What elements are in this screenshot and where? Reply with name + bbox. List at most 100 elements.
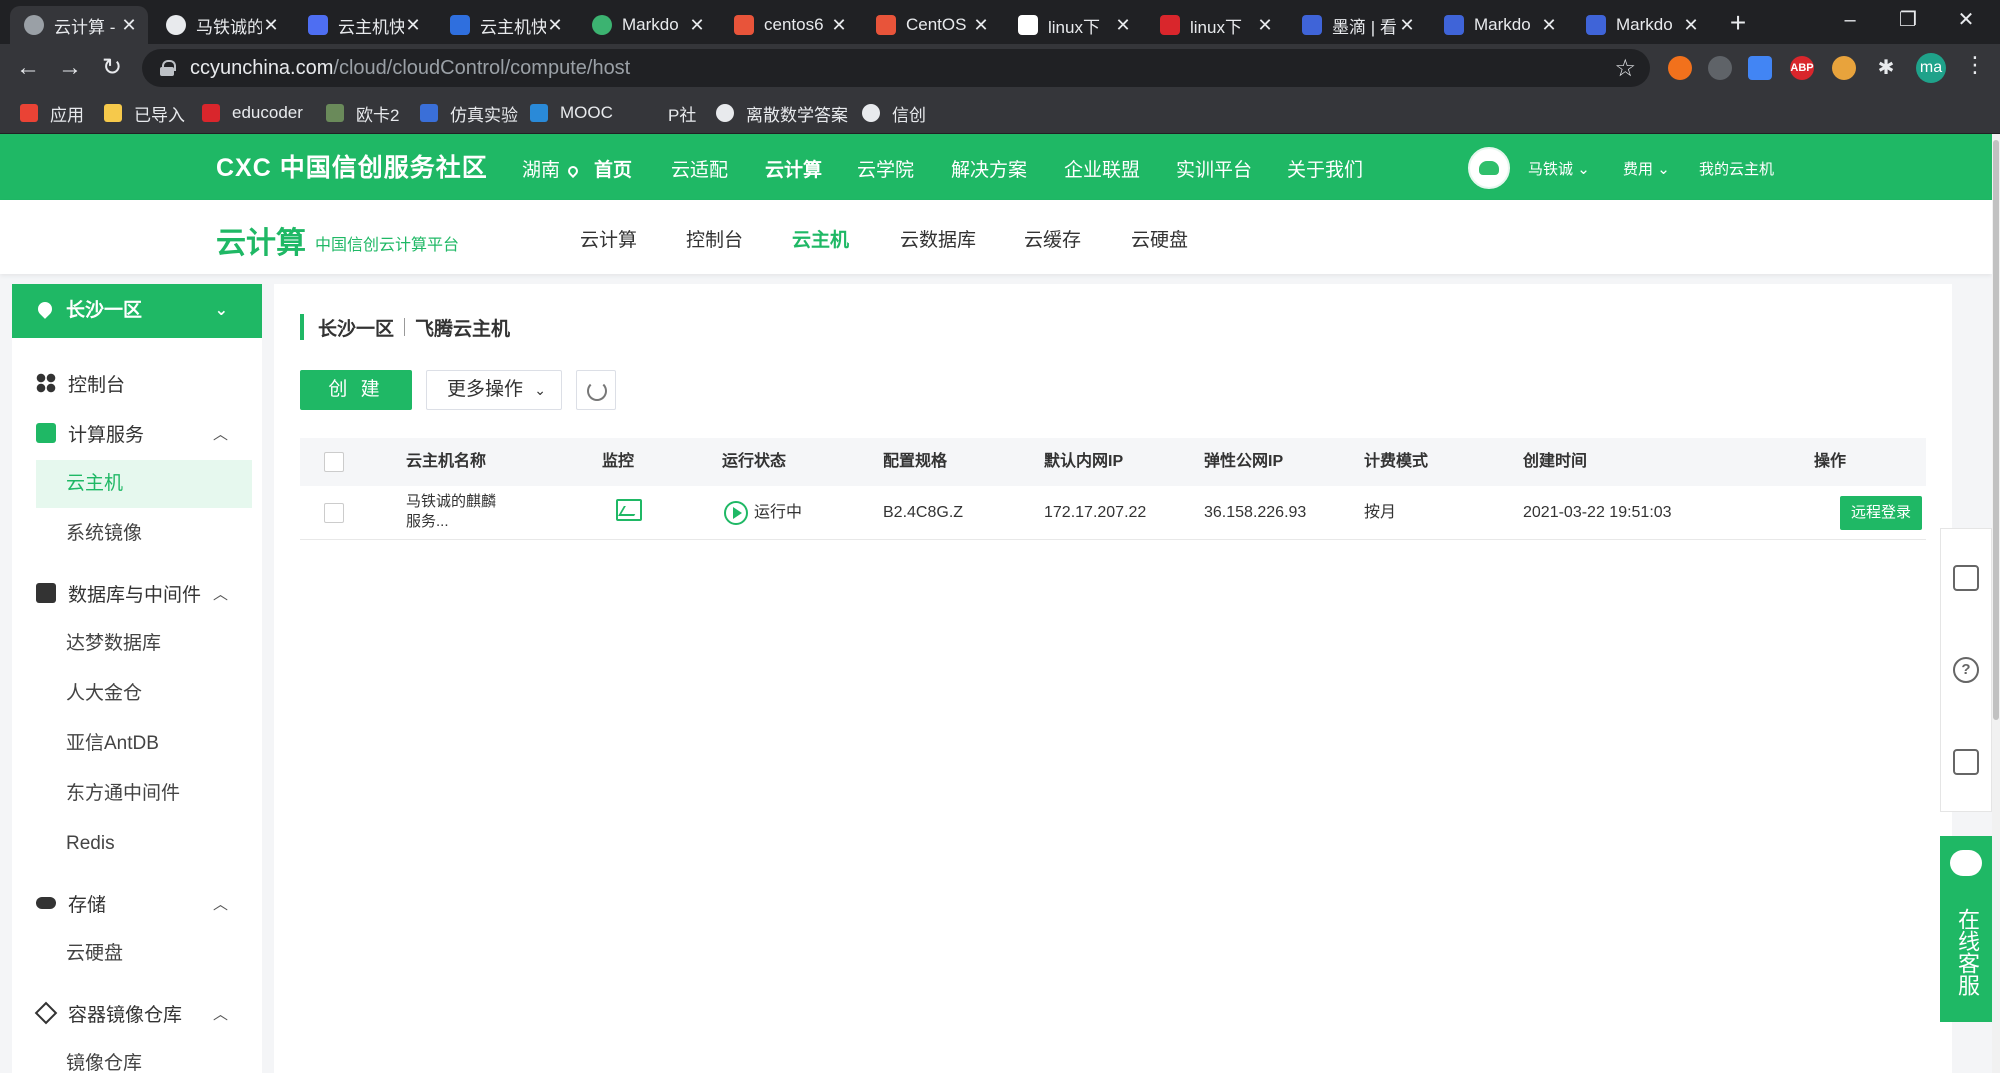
restore-icon[interactable]: ❐ <box>1880 0 1936 40</box>
close-icon[interactable]: ✕ <box>830 15 848 36</box>
browser-menu-icon[interactable]: ⋮ <box>1964 52 1986 78</box>
browser-tab[interactable]: Markdo ✕ <box>1430 6 1568 44</box>
subnav-cloud-database[interactable]: 云数据库 <box>900 225 976 252</box>
bookmark-discrete-math[interactable]: 离散数学答案 <box>716 100 848 126</box>
sidebar-group-database[interactable]: 数据库与中间件 ︿ <box>12 570 262 616</box>
scrollbar-thumb[interactable] <box>1993 140 1999 720</box>
extension-icon[interactable] <box>1832 56 1856 80</box>
subnav-cloud-host[interactable]: 云主机 <box>792 225 849 252</box>
nav-cloud-adapt[interactable]: 云适配 <box>671 155 728 182</box>
sidebar-item-tongtech[interactable]: 东方通中间件 <box>36 770 252 818</box>
more-actions-dropdown[interactable]: 更多操作 ⌄ <box>426 370 562 410</box>
sidebar-group-container[interactable]: 容器镜像仓库 ︿ <box>12 990 262 1036</box>
browser-tab[interactable]: 墨滴 | 看 ✕ <box>1288 6 1426 44</box>
my-hosts-link[interactable]: 我的云主机 <box>1699 158 1774 179</box>
monitor-chart-icon[interactable] <box>616 499 642 521</box>
contact-card-icon[interactable] <box>1953 565 1979 591</box>
close-window-icon[interactable]: ✕ <box>1938 0 1994 40</box>
browser-tab[interactable]: Markdo ✕ <box>578 6 716 44</box>
close-icon[interactable]: ✕ <box>1398 15 1416 36</box>
nav-solutions[interactable]: 解决方案 <box>951 155 1027 182</box>
chevron-down-icon: ⌄ <box>1657 161 1670 178</box>
remote-login-button[interactable]: 远程登录 <box>1840 496 1922 530</box>
nav-cloud-academy[interactable]: 云学院 <box>857 155 914 182</box>
browser-tab[interactable]: CentOS ✕ <box>862 6 1000 44</box>
bookmark-educoder[interactable]: educoder <box>202 100 303 126</box>
close-icon[interactable]: ✕ <box>1256 15 1274 36</box>
extension-icon[interactable] <box>1668 56 1692 80</box>
translate-icon[interactable] <box>1748 56 1772 80</box>
url-input[interactable]: ccyunchina.com/cloud/cloudControl/comput… <box>142 49 1650 87</box>
sidebar-group-compute[interactable]: 计算服务 ︿ <box>12 410 262 456</box>
back-icon[interactable]: ← <box>12 52 44 84</box>
help-icon[interactable]: ? <box>1953 657 1979 683</box>
sidebar-item-kingbase[interactable]: 人大金仓 <box>36 670 252 718</box>
column-header: 计费模式 <box>1364 453 1429 470</box>
subnav-cloud-cache[interactable]: 云缓存 <box>1024 225 1081 252</box>
minimize-icon[interactable]: – <box>1822 0 1878 40</box>
browser-tab[interactable]: Markdo ✕ <box>1572 6 1710 44</box>
close-icon[interactable]: ✕ <box>688 15 706 36</box>
reload-icon[interactable]: ↻ <box>96 52 128 84</box>
close-icon[interactable]: ✕ <box>1114 15 1132 36</box>
bookmark-apps[interactable]: 应用 <box>20 100 84 126</box>
row-checkbox[interactable] <box>324 503 344 523</box>
browser-tab[interactable]: 云主机快 ✕ <box>436 6 574 44</box>
forward-icon[interactable]: → <box>54 52 86 84</box>
close-icon[interactable]: ✕ <box>262 15 280 36</box>
close-icon[interactable]: ✕ <box>120 15 138 36</box>
browser-tab[interactable]: linux下 ✕ <box>1004 6 1142 44</box>
sidebar-group-storage[interactable]: 存储 ︿ <box>12 880 262 926</box>
close-icon[interactable]: ✕ <box>972 15 990 36</box>
user-avatar[interactable] <box>1468 147 1510 189</box>
host-name-cell[interactable]: 马铁诚的麒麟 服务... <box>406 492 496 532</box>
sidebar-item-image-registry[interactable]: 镜像仓库 <box>36 1040 252 1073</box>
sidebar-item-system-image[interactable]: 系统镜像 <box>36 510 252 558</box>
extension-icon[interactable] <box>1708 56 1732 80</box>
subnav-cloud-disk[interactable]: 云硬盘 <box>1131 225 1188 252</box>
create-button[interactable]: 创 建 <box>300 370 412 410</box>
browser-tab[interactable]: linux下 ✕ <box>1146 6 1284 44</box>
browser-tab[interactable]: 马铁诚的 ✕ <box>152 6 290 44</box>
close-icon[interactable]: ✕ <box>404 15 422 36</box>
new-tab-button[interactable]: + <box>1723 8 1753 38</box>
sidebar-item-console[interactable]: 控制台 <box>12 360 262 406</box>
select-all-checkbox[interactable] <box>324 452 344 472</box>
user-menu[interactable]: 马铁诚 ⌄ <box>1528 158 1590 179</box>
bookmark-star-icon[interactable]: ☆ <box>1614 54 1636 83</box>
bookmark-mooc[interactable]: MOOC <box>530 100 613 126</box>
bookmark-simulation[interactable]: 仿真实验 <box>420 100 518 126</box>
nav-home[interactable]: 首页 <box>594 155 632 182</box>
profile-avatar[interactable]: ma <box>1916 53 1946 83</box>
nav-training[interactable]: 实训平台 <box>1176 155 1252 182</box>
site-logo[interactable]: CXC 中国信创服务社区 <box>216 148 488 184</box>
bookmark-xinchuang[interactable]: 信创 <box>862 100 926 126</box>
nav-alliance[interactable]: 企业联盟 <box>1064 155 1140 182</box>
bookmark-icon[interactable] <box>1953 749 1979 775</box>
puzzle-icon[interactable]: ✱ <box>1874 56 1898 80</box>
sidebar-item-antdb[interactable]: 亚信AntDB <box>36 720 252 768</box>
fee-menu[interactable]: 费用 ⌄ <box>1623 158 1670 179</box>
close-icon[interactable]: ✕ <box>1682 15 1700 36</box>
bookmark-folder[interactable]: 已导入 <box>104 100 185 126</box>
subnav-console[interactable]: 控制台 <box>686 225 743 252</box>
adblock-icon[interactable]: ABP <box>1790 56 1814 80</box>
sidebar-item-dameng[interactable]: 达梦数据库 <box>36 620 252 668</box>
nav-region[interactable]: 湖南 <box>522 155 588 182</box>
refresh-icon[interactable] <box>576 370 616 410</box>
browser-tab[interactable]: centos6 ✕ <box>720 6 858 44</box>
nav-cloud-compute[interactable]: 云计算 <box>765 155 822 182</box>
browser-tab[interactable]: 云主机快 ✕ <box>294 6 432 44</box>
online-service-button[interactable]: 在线客服 <box>1940 836 1992 1022</box>
browser-tab[interactable]: 云计算 - ✕ <box>10 6 148 44</box>
sidebar-item-cloud-host[interactable]: 云主机 <box>36 460 252 508</box>
close-icon[interactable]: ✕ <box>1540 15 1558 36</box>
nav-about[interactable]: 关于我们 <box>1287 155 1363 182</box>
sidebar-item-cloud-disk[interactable]: 云硬盘 <box>36 930 252 978</box>
subnav-cloud-compute[interactable]: 云计算 <box>580 225 637 252</box>
bookmark-pshe[interactable]: P社 <box>638 100 696 126</box>
sidebar-item-redis[interactable]: Redis <box>36 820 252 868</box>
region-selector[interactable]: 长沙一区 ⌄ <box>12 284 262 338</box>
close-icon[interactable]: ✕ <box>546 15 564 36</box>
bookmark-ets2[interactable]: 欧卡2 <box>326 100 399 126</box>
